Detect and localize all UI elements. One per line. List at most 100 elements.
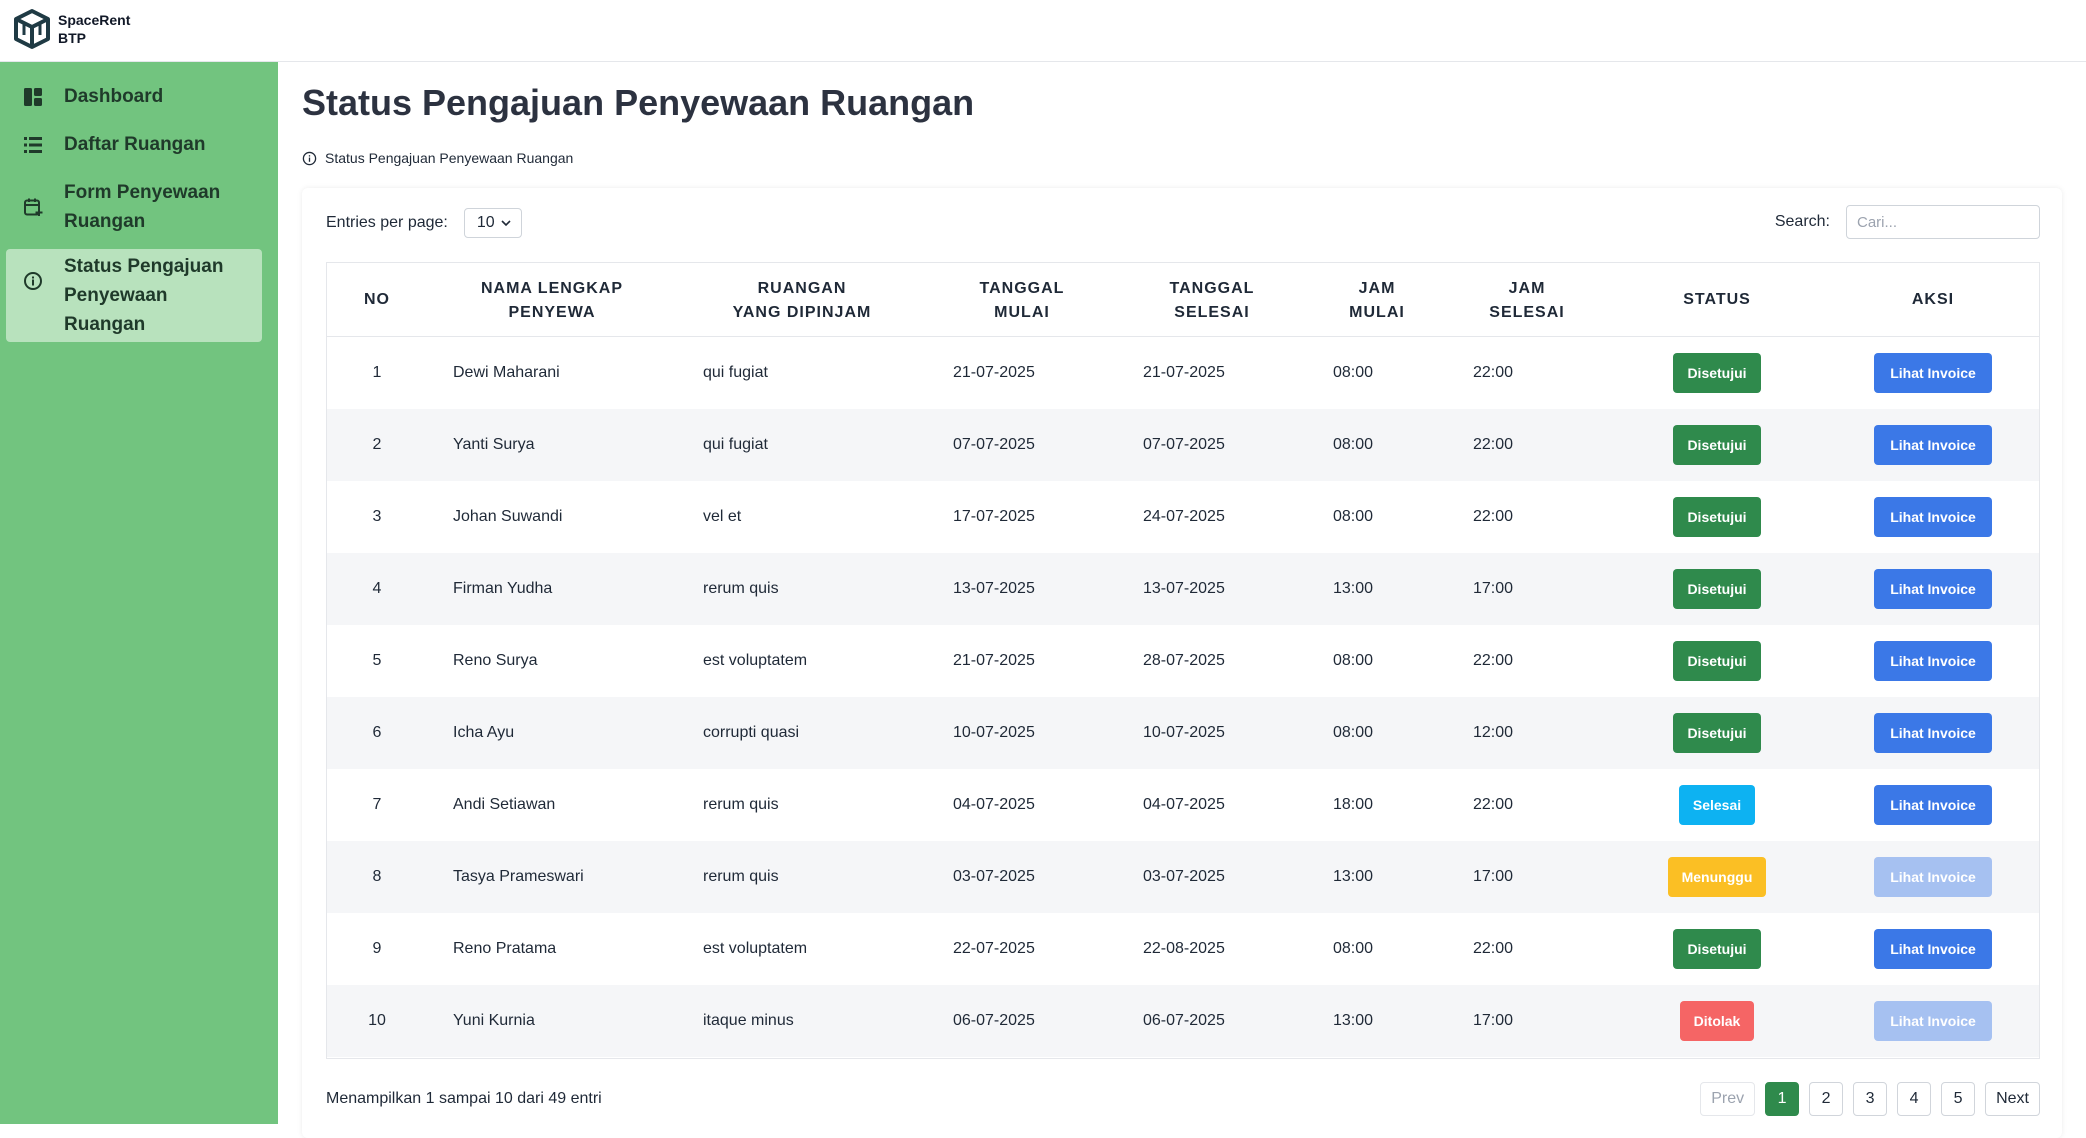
cell-ruangan: rerum quis xyxy=(703,868,779,885)
cell-aksi: Lihat Invoice xyxy=(1827,481,2039,553)
sidebar-item-form-penyewaan[interactable]: Form Penyewaan Ruangan xyxy=(6,178,262,236)
table-row: 5 Reno Surya est voluptatem 21-07-2025 28-07… xyxy=(327,625,2039,697)
page-button-1[interactable]: 1 xyxy=(1765,1082,1800,1116)
cell-tanggal-mulai: 04-07-2025 xyxy=(953,796,1035,813)
cell-jam-mulai: 13:00 xyxy=(1333,1012,1374,1029)
cell-tanggal-mulai: 07-07-2025 xyxy=(953,436,1035,453)
cell-jam-selesai: 22:00 xyxy=(1473,652,1514,669)
cell-jam-mulai: 13:00 xyxy=(1333,580,1374,597)
sidebar-item-status-pengajuan[interactable]: Status Pengajuan Penyewaan Ruangan xyxy=(6,249,262,342)
cell-tanggal-mulai: 13-07-2025 xyxy=(953,580,1035,597)
status-badge: Disetujui xyxy=(1673,425,1761,465)
view-invoice-button: Lihat Invoice xyxy=(1874,1001,1992,1041)
table-header: NO NAMA LENGKAP PENYEWA RUANGAN YANG DIP… xyxy=(327,263,2039,337)
cell-status: Ditolak xyxy=(1607,985,1827,1057)
search-input[interactable]: Cari... xyxy=(1846,205,2040,239)
view-invoice-button[interactable]: Lihat Invoice xyxy=(1874,785,1992,825)
cell-aksi: Lihat Invoice xyxy=(1827,625,2039,697)
cell-no: 7 xyxy=(372,796,382,813)
cell-ruangan: vel et xyxy=(703,508,742,525)
top-bar: SpaceRent BTP xyxy=(0,0,2086,62)
status-badge: Disetujui xyxy=(1673,353,1761,393)
cell-jam-mulai: 13:00 xyxy=(1333,868,1374,885)
cell-status: Disetujui xyxy=(1607,337,1827,409)
cell-ruangan: corrupti quasi xyxy=(703,724,800,741)
rental-status-table: NO NAMA LENGKAP PENYEWA RUANGAN YANG DIP… xyxy=(326,262,2040,1059)
cell-nama: Andi Setiawan xyxy=(453,796,556,813)
info-circle-icon xyxy=(20,252,46,310)
cell-status: Disetujui xyxy=(1607,553,1827,625)
table-row: 8 Tasya Prameswari rerum quis 03-07-2025 03-… xyxy=(327,841,2039,913)
entries-select[interactable]: 10 xyxy=(463,208,522,238)
next-page-button[interactable]: Next xyxy=(1985,1082,2040,1116)
cell-nama: Tasya Prameswari xyxy=(453,868,584,885)
cell-aksi: Lihat Invoice xyxy=(1827,841,2039,913)
cell-tanggal-mulai: 06-07-2025 xyxy=(953,1012,1035,1029)
column-header-tanggal-selesai: TANGGAL SELESAI xyxy=(1169,280,1255,321)
page-button-2[interactable]: 2 xyxy=(1809,1082,1844,1116)
view-invoice-button: Lihat Invoice xyxy=(1874,857,1992,897)
cell-jam-mulai: 08:00 xyxy=(1333,724,1374,741)
sidebar-item-label: Daftar Ruangan xyxy=(64,134,206,155)
view-invoice-button[interactable]: Lihat Invoice xyxy=(1874,425,1992,465)
sidebar-item-label: Status Pengajuan Penyewaan Ruangan xyxy=(64,256,224,335)
table-row: 1 Dewi Maharani qui fugiat 21-07-2025 21-07-… xyxy=(327,337,2039,409)
cell-jam-mulai: 08:00 xyxy=(1333,940,1374,957)
cell-no: 1 xyxy=(372,364,382,381)
entries-label: Entries per page: xyxy=(326,214,448,231)
view-invoice-button[interactable]: Lihat Invoice xyxy=(1874,929,1992,969)
cell-nama: Reno Pratama xyxy=(453,940,557,957)
cell-jam-selesai: 22:00 xyxy=(1473,796,1514,813)
cell-nama: Icha Ayu xyxy=(453,724,515,741)
cell-tanggal-mulai: 21-07-2025 xyxy=(953,652,1035,669)
cell-jam-selesai: 17:00 xyxy=(1473,580,1514,597)
sidebar-item-label: Dashboard xyxy=(64,86,164,107)
cell-aksi: Lihat Invoice xyxy=(1827,337,2039,409)
search-placeholder: Cari... xyxy=(1857,213,1898,231)
cell-nama: Dewi Maharani xyxy=(453,364,560,381)
view-invoice-button[interactable]: Lihat Invoice xyxy=(1874,353,1992,393)
cube-logo-icon xyxy=(14,9,50,49)
cell-no: 5 xyxy=(372,652,382,669)
cell-tanggal-mulai: 10-07-2025 xyxy=(953,724,1035,741)
cell-ruangan: rerum quis xyxy=(703,580,779,597)
column-header-nama: NAMA LENGKAP PENYEWA xyxy=(480,280,624,321)
cell-tanggal-selesai: 07-07-2025 xyxy=(1143,436,1225,453)
view-invoice-button[interactable]: Lihat Invoice xyxy=(1874,497,1992,537)
column-header-jam-selesai: JAM SELESAI xyxy=(1489,280,1565,321)
view-invoice-button[interactable]: Lihat Invoice xyxy=(1874,569,1992,609)
cell-tanggal-mulai: 22-07-2025 xyxy=(953,940,1035,957)
view-invoice-button[interactable]: Lihat Invoice xyxy=(1874,713,1992,753)
cell-status: Disetujui xyxy=(1607,409,1827,481)
prev-page-button[interactable]: Prev xyxy=(1700,1082,1756,1116)
cell-jam-mulai: 18:00 xyxy=(1333,796,1374,813)
cell-tanggal-selesai: 10-07-2025 xyxy=(1143,724,1225,741)
cell-no: 9 xyxy=(372,940,382,957)
page-button-4[interactable]: 4 xyxy=(1897,1082,1932,1116)
cell-tanggal-mulai: 03-07-2025 xyxy=(953,868,1035,885)
page-button-5[interactable]: 5 xyxy=(1941,1082,1976,1116)
cell-nama: Yuni Kurnia xyxy=(453,1012,535,1029)
cell-aksi: Lihat Invoice xyxy=(1827,409,2039,481)
cell-no: 3 xyxy=(372,508,382,525)
logo-line-2: BTP xyxy=(58,30,86,46)
page-title: Status Pengajuan Penyewaan Ruangan xyxy=(302,82,975,123)
app-logo[interactable]: SpaceRent BTP xyxy=(12,8,130,50)
cell-tanggal-selesai: 24-07-2025 xyxy=(1143,508,1225,525)
entries-control: Entries per page: 10 xyxy=(326,208,522,238)
view-invoice-button[interactable]: Lihat Invoice xyxy=(1874,641,1992,681)
logo-line-1: SpaceRent xyxy=(58,12,131,28)
cell-status: Selesai xyxy=(1607,769,1827,841)
status-badge: Selesai xyxy=(1678,785,1756,825)
cell-no: 4 xyxy=(372,580,382,597)
page-button-3[interactable]: 3 xyxy=(1853,1082,1888,1116)
cell-tanggal-selesai: 13-07-2025 xyxy=(1143,580,1225,597)
pagination: Prev 1 2 3 4 5 Next xyxy=(1700,1082,2040,1116)
sidebar-item-daftar-ruangan[interactable]: Daftar Ruangan xyxy=(6,130,262,159)
table-row: 6 Icha Ayu corrupti quasi 10-07-2025 10-07-2… xyxy=(327,697,2039,769)
cell-ruangan: itaque minus xyxy=(703,1012,794,1029)
table-row: 3 Johan Suwandi vel et 17-07-2025 24-07-2025… xyxy=(327,481,2039,553)
status-badge: Ditolak xyxy=(1679,1001,1755,1041)
sidebar-item-dashboard[interactable]: Dashboard xyxy=(6,82,262,111)
pagination-info: Menampilkan 1 sampai 10 dari 49 entri xyxy=(326,1090,602,1107)
